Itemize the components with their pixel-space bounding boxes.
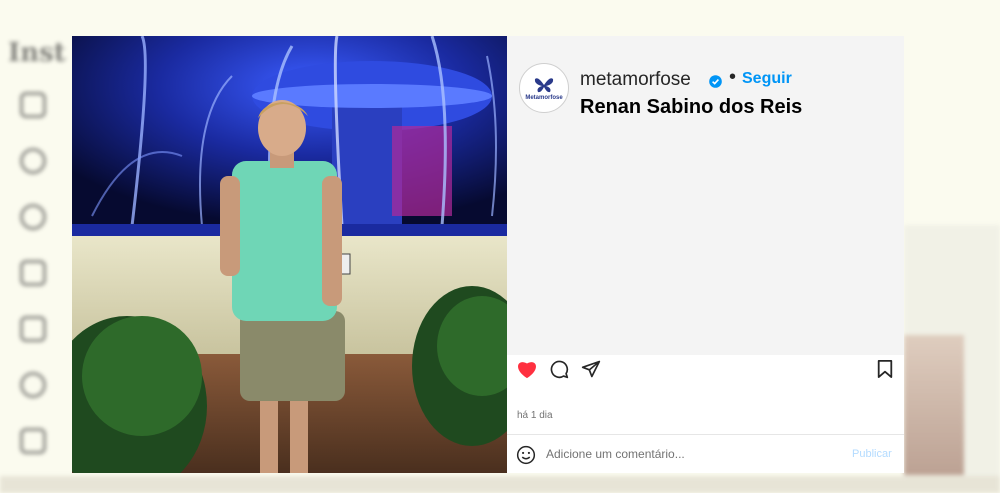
heart-icon[interactable] [516, 359, 538, 384]
bookmark-icon[interactable] [876, 359, 894, 384]
post-timestamp[interactable]: há 1 dia [517, 410, 553, 421]
share-icon[interactable] [581, 359, 601, 384]
post-panel: Metamorfose metamorfose • Seguir Renan S… [507, 36, 904, 473]
search-icon [20, 148, 46, 174]
username-link[interactable]: metamorfose [580, 69, 691, 91]
publish-button[interactable]: Publicar [852, 448, 892, 460]
post-modal: Metamorfose metamorfose • Seguir Renan S… [72, 36, 904, 473]
background-bottom-strip [0, 476, 1000, 493]
reels-icon [20, 260, 46, 286]
post-caption: Renan Sabino dos Reis [580, 96, 803, 118]
avatar-logo-text: Metamorfose [525, 94, 563, 101]
notifications-icon [20, 372, 46, 398]
post-photo [72, 36, 507, 473]
home-icon [20, 92, 46, 118]
avatar[interactable]: Metamorfose [519, 63, 569, 113]
comment-form: Publicar [507, 435, 904, 473]
explore-icon [20, 204, 46, 230]
comment-icon[interactable] [549, 359, 569, 384]
separator-dot: • [729, 66, 737, 88]
verified-badge-icon [709, 75, 722, 93]
follow-button[interactable]: Seguir [742, 70, 792, 88]
comment-input[interactable] [546, 444, 816, 464]
butterfly-logo-icon [534, 77, 554, 92]
action-bar [507, 355, 904, 385]
messages-icon [20, 316, 46, 342]
post-photo-image [72, 36, 507, 473]
background-card [904, 335, 964, 475]
background-logo-text: Inst [8, 38, 66, 68]
emoji-icon[interactable] [516, 445, 536, 470]
create-icon [20, 428, 46, 454]
